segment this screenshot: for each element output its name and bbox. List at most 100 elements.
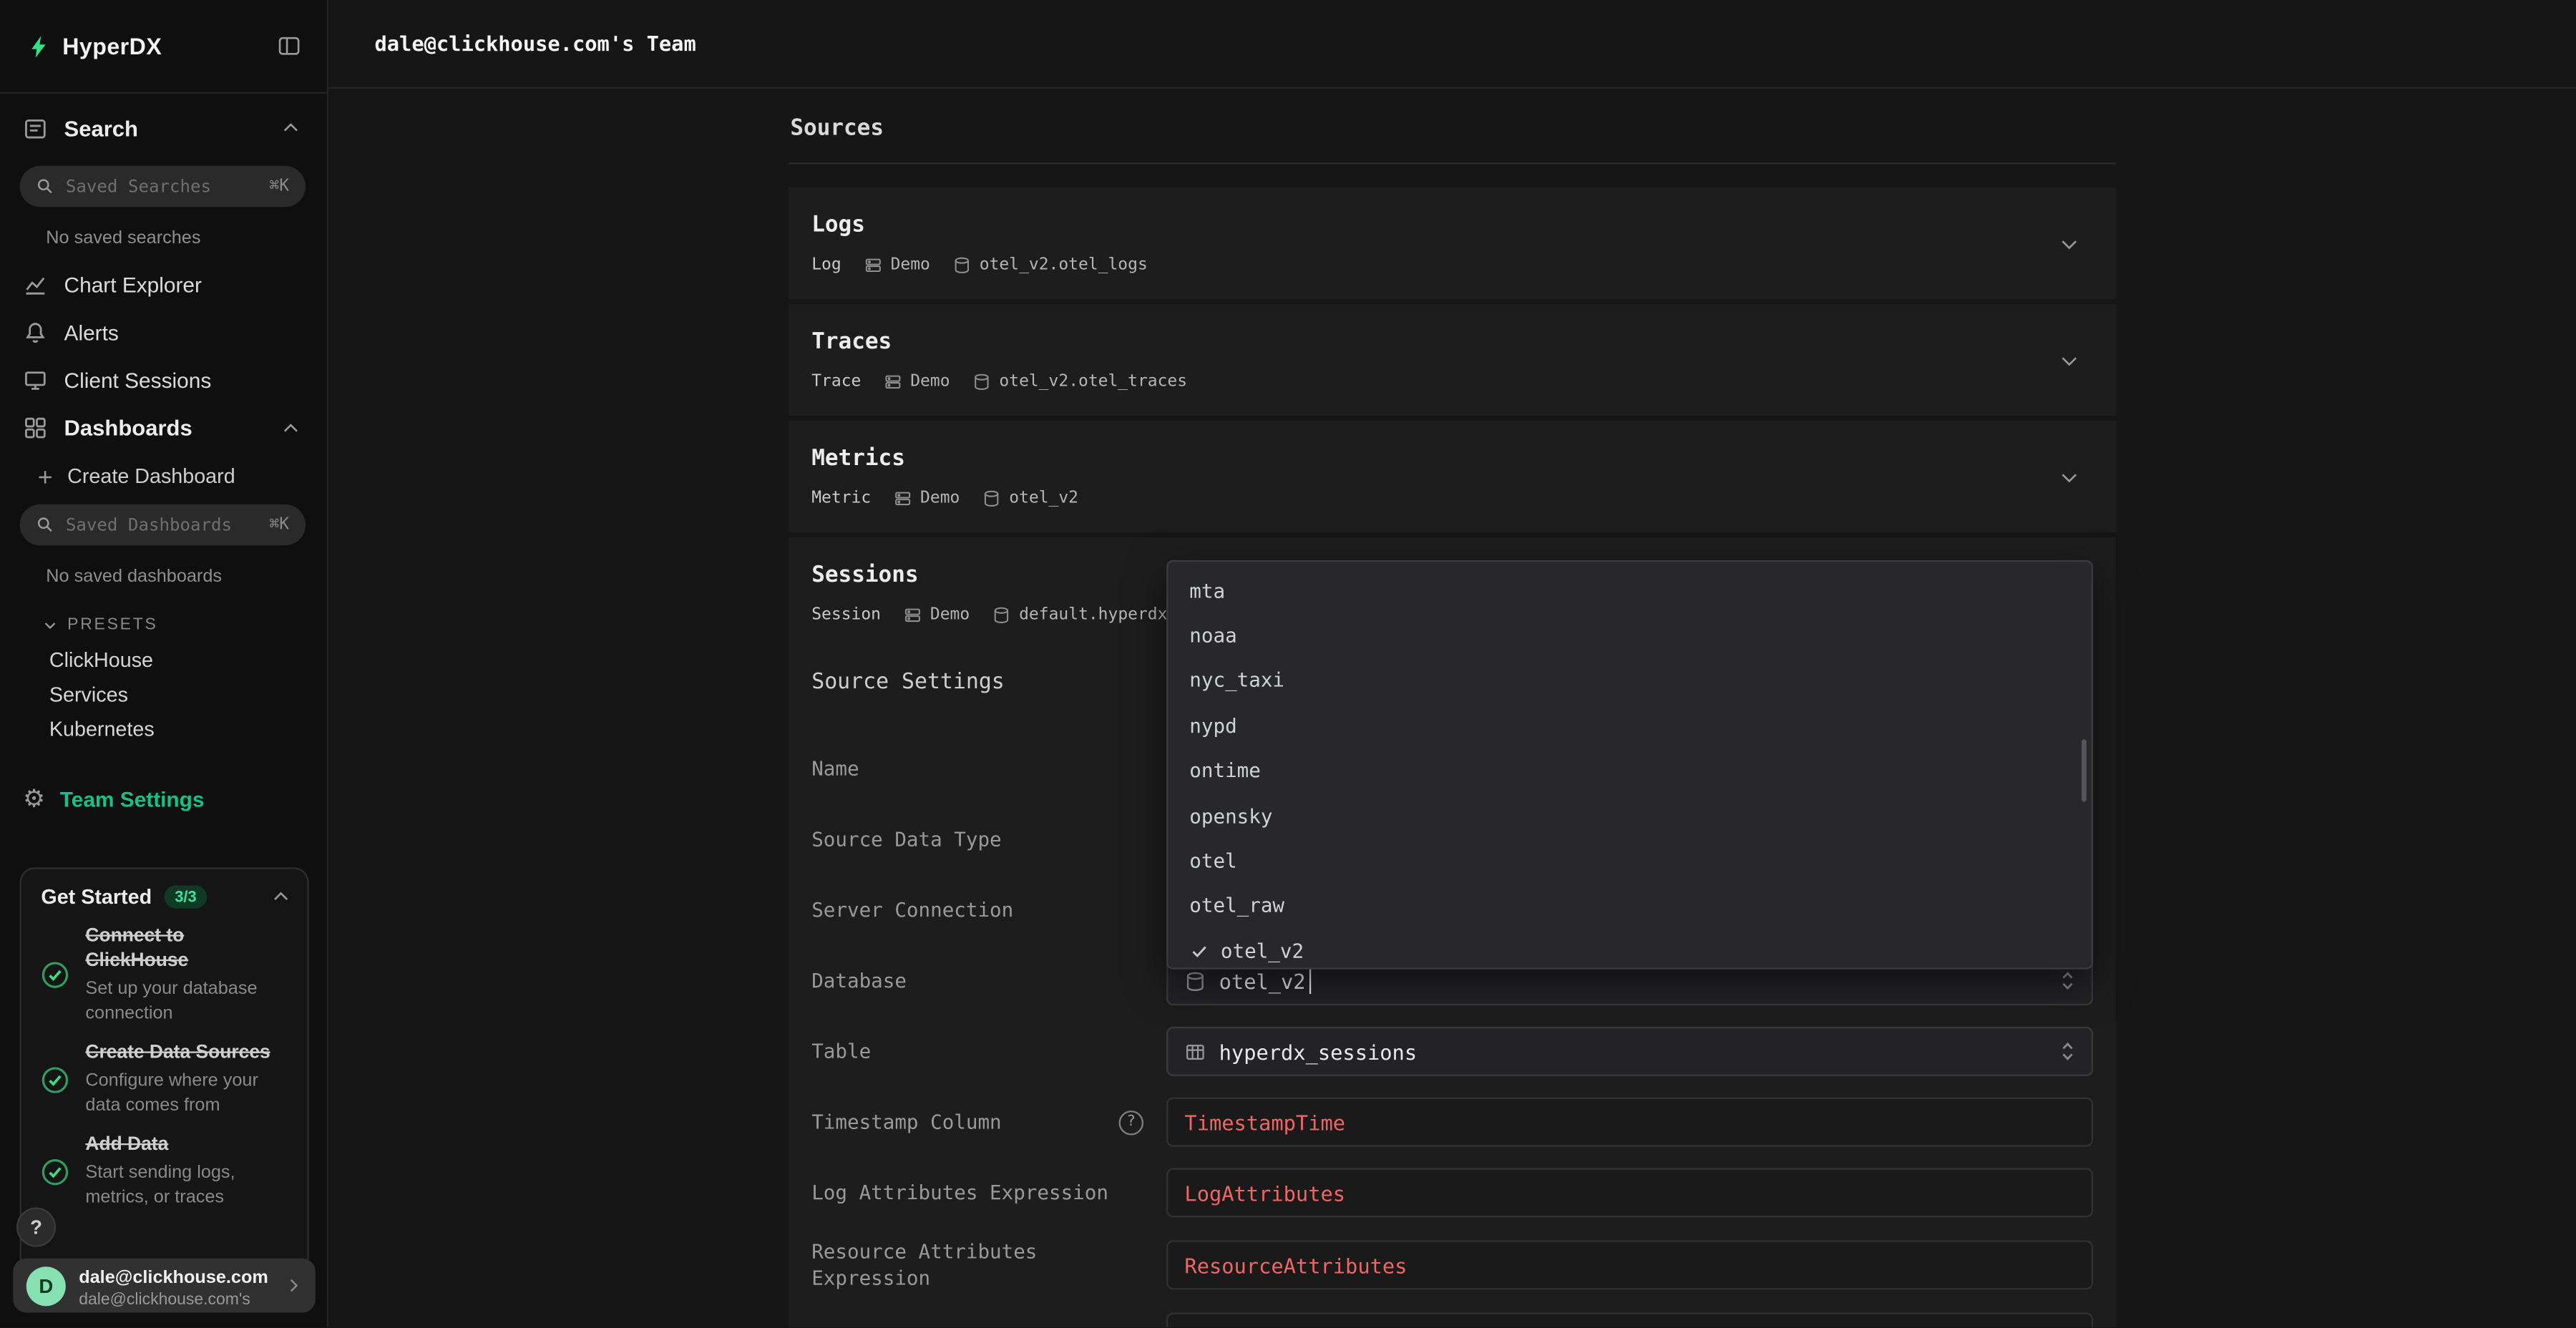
preset-item-clickhouse[interactable]: ClickHouse [0, 644, 327, 678]
table-name: otel_v2.otel_logs [980, 255, 1148, 273]
form-row-table: Table hyperdx_sessions [811, 1027, 2093, 1076]
source-card-title: Traces [811, 326, 2093, 358]
dropdown-option-selected[interactable]: otel_v2 [1168, 929, 2091, 970]
database-icon [1184, 970, 1206, 992]
sidebar: HyperDX Search Saved Searches ⌘K No save… [0, 0, 328, 1327]
user-name: dale@clickhouse.com [79, 1267, 268, 1287]
database-icon [973, 372, 991, 390]
sidebar-section-search[interactable]: Search [0, 94, 327, 162]
check-icon [1189, 941, 1209, 961]
form-row-resource-attributes: Resource Attributes Expression ResourceA… [811, 1239, 2093, 1291]
chevron-up-icon [281, 118, 301, 138]
chevron-down-icon[interactable] [2059, 350, 2080, 371]
source-card-logs[interactable]: Logs Log Demo ot [789, 187, 2116, 299]
dropdown-option-label: noaa [1189, 625, 1236, 648]
logo-row: HyperDX [0, 0, 327, 94]
table-value: hyperdx_sessions [1219, 1039, 1417, 1063]
dropdown-option[interactable]: opensky [1168, 794, 2091, 839]
log-attributes-input[interactable]: LogAttributes [1166, 1168, 2093, 1217]
chevron-up-icon [281, 418, 301, 438]
server-icon [894, 489, 912, 507]
page-header-title: dale@clickhouse.com's Team [374, 31, 696, 56]
check-circle-icon [41, 1065, 69, 1093]
name-label: Name [811, 756, 859, 782]
sidebar-item-chart-explorer[interactable]: Chart Explorer [0, 261, 327, 309]
saved-dashboards-input[interactable]: Saved Dashboards ⌘K [20, 504, 306, 545]
dropdown-option[interactable]: otel [1168, 839, 2091, 884]
dropdown-option[interactable]: ontime [1168, 748, 2091, 794]
sidebar-section-dashboards[interactable]: Dashboards [0, 404, 327, 452]
chevron-down-icon[interactable] [2059, 467, 2080, 488]
sidebar-item-label: Alerts [64, 321, 119, 345]
source-type-label: Metric [811, 489, 871, 507]
timestamp-column-value: TimestampTime [1184, 1110, 1345, 1134]
hyperdx-logo-icon [26, 34, 51, 58]
preset-item-kubernetes[interactable]: Kubernetes [0, 713, 327, 747]
user-menu[interactable]: D dale@clickhouse.com dale@clickhouse.co… [13, 1259, 315, 1313]
sources-title: Sources [789, 115, 2116, 142]
clipped-input[interactable] [1166, 1313, 2093, 1328]
table-badge: otel_v2.otel_logs [953, 255, 1148, 273]
source-card-traces[interactable]: Traces Trace Demo [789, 304, 2116, 416]
sidebar-item-client-sessions[interactable]: Client Sessions [0, 356, 327, 404]
search-section-label: Search [64, 116, 138, 140]
dropdown-option[interactable]: nyc_taxi [1168, 658, 2091, 703]
get-started-item-connect[interactable]: Connect to ClickHouse Set up your databa… [41, 925, 291, 1025]
sidebar-item-team-settings[interactable]: ⚙ Team Settings [0, 771, 327, 826]
presets-toggle[interactable]: PRESETS [0, 593, 327, 644]
create-dashboard-label: Create Dashboard [67, 465, 235, 488]
table-select[interactable]: hyperdx_sessions [1166, 1027, 2093, 1076]
get-started-header[interactable]: Get Started 3/3 [41, 886, 291, 909]
get-started-item-add-data[interactable]: Add Data Start sending logs, metrics, or… [41, 1133, 291, 1209]
form-row-timestamp-column: Timestamp Column ? TimestampTime [811, 1098, 2093, 1147]
get-started-item-desc: Configure where your data comes from [85, 1070, 291, 1118]
app-logo-text: HyperDX [62, 33, 162, 59]
help-button[interactable]: ? [16, 1208, 56, 1247]
text-cursor [1309, 968, 1311, 992]
source-card-metrics[interactable]: Metrics Metric Demo [789, 421, 2116, 532]
resource-attributes-value: ResourceAttributes [1184, 1253, 1407, 1277]
source-data-type-label: Source Data Type [811, 826, 1001, 853]
get-started-item-title: Connect to ClickHouse [85, 925, 291, 975]
timestamp-column-input[interactable]: TimestampTime [1166, 1098, 2093, 1147]
source-type-label: Session [811, 605, 881, 623]
database-icon [992, 605, 1010, 623]
get-started-item-title: Create Data Sources [85, 1042, 291, 1066]
check-circle-icon [41, 961, 69, 989]
saved-searches-input[interactable]: Saved Searches ⌘K [20, 166, 306, 207]
dropdown-option[interactable]: mta [1168, 568, 2091, 613]
divider [789, 162, 2116, 164]
grid-icon [23, 416, 47, 440]
dropdown-option[interactable]: nypd [1168, 703, 2091, 748]
plus-icon [36, 467, 54, 485]
get-started-title: Get Started [41, 886, 152, 909]
chevron-down-icon[interactable] [2059, 233, 2080, 255]
create-dashboard-button[interactable]: Create Dashboard [0, 451, 327, 501]
dropdown-option[interactable]: otel_raw [1168, 884, 2091, 929]
team-settings-label: Team Settings [60, 786, 205, 811]
resource-attributes-input[interactable]: ResourceAttributes [1166, 1240, 2093, 1289]
get-started-item-sources[interactable]: Create Data Sources Configure where your… [41, 1042, 291, 1118]
sidebar-item-alerts[interactable]: Alerts [0, 309, 327, 357]
source-card-title: Logs [811, 209, 2093, 242]
help-icon[interactable]: ? [1119, 1110, 1143, 1134]
sidebar-item-label: Chart Explorer [64, 273, 202, 297]
table-badge: otel_v2.otel_traces [973, 372, 1187, 390]
dropdown-option-label: mta [1189, 580, 1225, 602]
get-started-item-desc: Start sending logs, metrics, or traces [85, 1161, 291, 1209]
line-chart-icon [23, 273, 47, 297]
dropdown-option-label: otel_raw [1189, 894, 1284, 917]
no-saved-searches-note: No saved searches [0, 207, 327, 255]
dashboards-section-label: Dashboards [64, 416, 192, 440]
source-card-meta: Trace Demo otel_v2.otel_traces [811, 368, 2093, 394]
table-name: otel_v2.otel_traces [999, 372, 1187, 390]
source-type-label: Trace [811, 372, 861, 390]
dropdown-option[interactable]: noaa [1168, 613, 2091, 658]
preset-item-services[interactable]: Services [0, 678, 327, 713]
dropdown-option-label: ontime [1189, 759, 1261, 782]
server-icon [884, 372, 902, 390]
collapse-sidebar-icon[interactable] [278, 34, 301, 57]
dropdown-scrollbar[interactable] [2082, 739, 2087, 801]
dropdown-option-label: opensky [1189, 804, 1272, 827]
table-name: otel_v2 [1009, 489, 1078, 507]
